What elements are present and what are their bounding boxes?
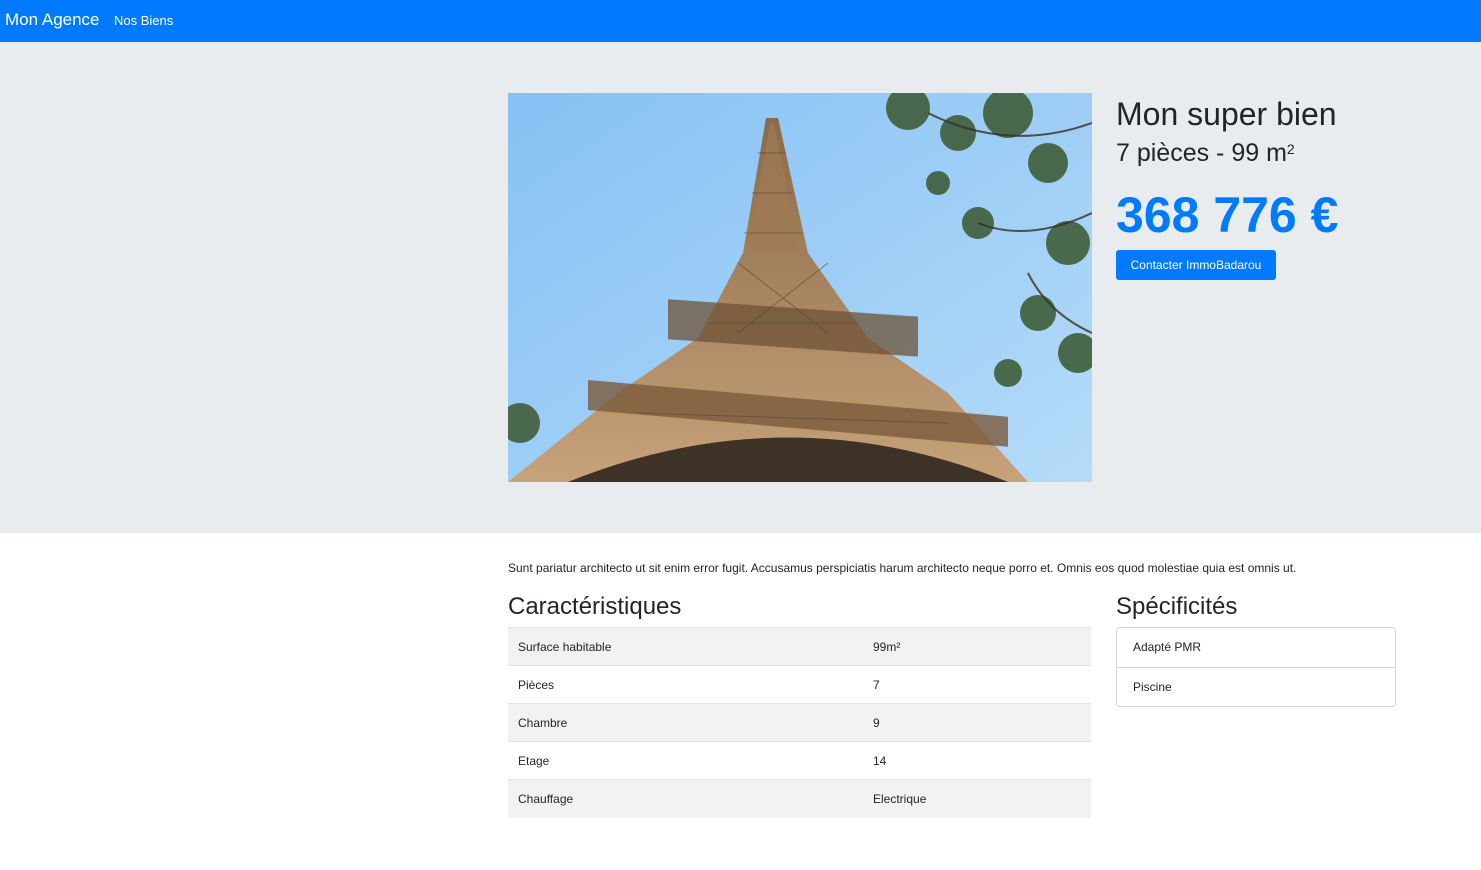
table-row: Chauffage Electrique <box>508 779 1091 818</box>
property-title: Mon super bien <box>1116 96 1337 132</box>
row-value: 99m² <box>863 627 1091 666</box>
property-photo <box>508 93 1092 482</box>
row-label: Surface habitable <box>508 627 863 666</box>
table-row: Chambre 9 <box>508 703 1091 742</box>
row-value: 9 <box>863 703 1091 742</box>
brand-link[interactable]: Mon Agence <box>5 10 100 30</box>
row-label: Pièces <box>508 665 863 704</box>
row-value: 7 <box>863 665 1091 704</box>
contact-agency-button[interactable]: Contacter ImmoBadarou <box>1116 250 1276 280</box>
table-row: Etage 14 <box>508 741 1091 780</box>
property-rooms-area: 7 pièces - 99 m2 <box>1116 137 1295 169</box>
row-value: 14 <box>863 741 1091 780</box>
navbar: Mon Agence Nos Biens <box>0 0 1481 42</box>
specificites-list: Adapté PMR Piscine <box>1116 627 1396 707</box>
nav-link-nos-biens[interactable]: Nos Biens <box>114 13 173 28</box>
caracteristiques-table: Surface habitable 99m² Pièces 7 Chambre … <box>508 627 1091 818</box>
list-item: Piscine <box>1117 667 1395 706</box>
row-value: Electrique <box>863 779 1091 818</box>
specificites-heading: Spécificités <box>1116 593 1238 620</box>
row-label: Chauffage <box>508 779 863 818</box>
property-price: 368 776 € <box>1116 187 1339 243</box>
area-exponent: 2 <box>1286 141 1295 157</box>
table-row: Surface habitable 99m² <box>508 627 1091 666</box>
row-label: Chambre <box>508 703 863 742</box>
row-label: Etage <box>508 741 863 780</box>
list-item: Adapté PMR <box>1133 640 1202 654</box>
rooms-area-text: 7 pièces - 99 m <box>1116 139 1287 167</box>
property-description: Sunt pariatur architecto ut sit enim err… <box>508 561 1297 575</box>
hero-section: Mon super bien 7 pièces - 99 m2 368 776 … <box>0 42 1481 533</box>
caracteristiques-heading: Caractéristiques <box>508 593 682 620</box>
table-row: Pièces 7 <box>508 665 1091 704</box>
